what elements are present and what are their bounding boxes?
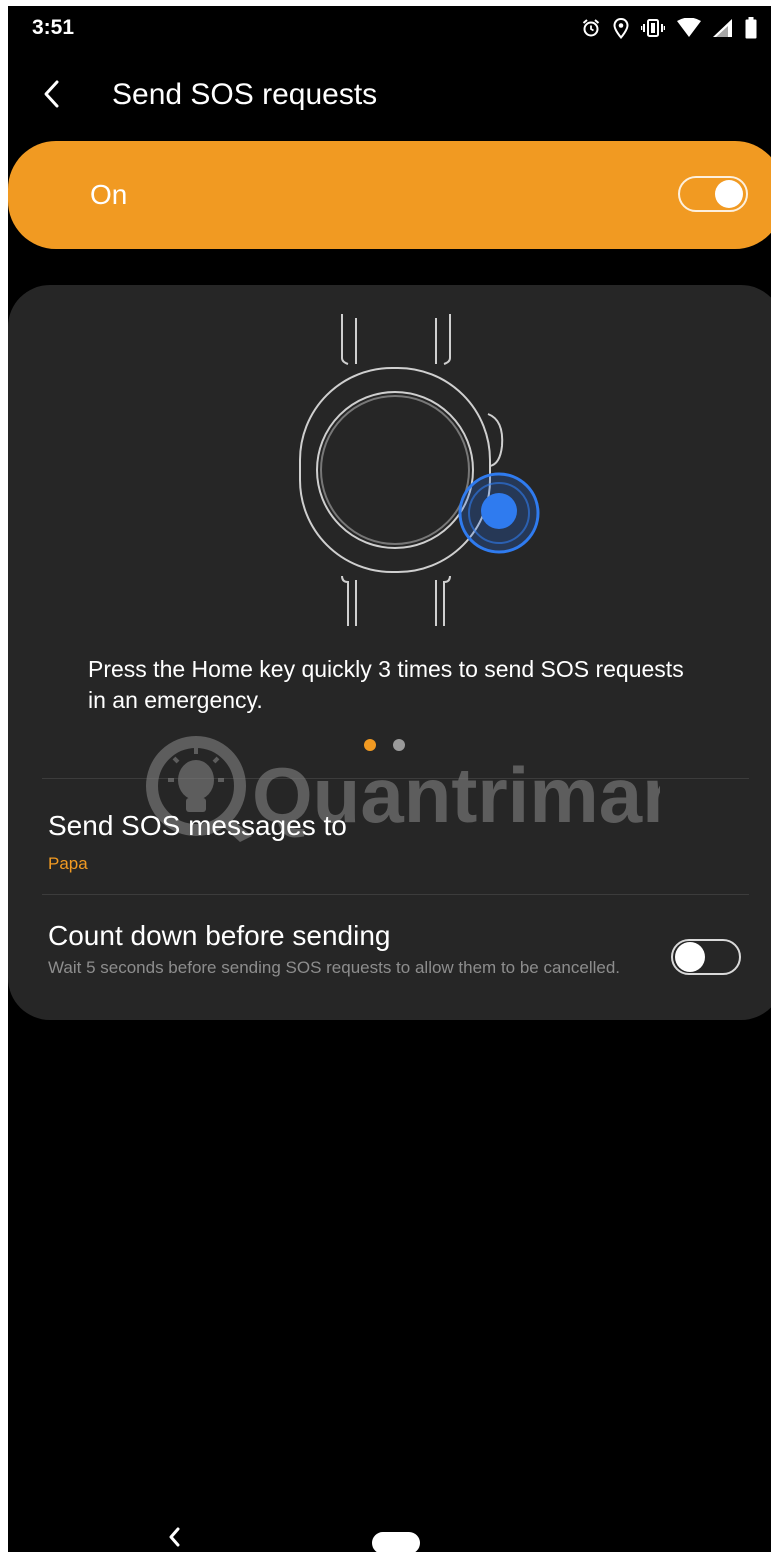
- master-switch-bar[interactable]: On: [8, 141, 771, 249]
- location-icon: [613, 17, 629, 39]
- status-time: 3:51: [32, 16, 75, 39]
- back-button[interactable]: [28, 66, 76, 122]
- wifi-icon: [677, 18, 701, 37]
- phone-screen: 3:51 Send SOS requests On Press the Home…: [8, 6, 771, 1552]
- signal-icon: [713, 19, 732, 37]
- toggle-knob: [715, 180, 743, 208]
- toggle-knob: [675, 942, 705, 972]
- watch-illustration: [299, 314, 540, 626]
- master-switch-toggle[interactable]: [678, 176, 748, 212]
- app-bar: Send SOS requests: [8, 66, 771, 126]
- countdown-description: Wait 5 seconds before sending SOS reques…: [48, 958, 621, 977]
- nav-home-button[interactable]: [372, 1532, 420, 1552]
- nav-back-button[interactable]: [158, 1519, 190, 1552]
- help-text: Press the Home key quickly 3 times to se…: [88, 656, 684, 713]
- battery-icon: [745, 17, 757, 39]
- vibrate-icon: [641, 19, 665, 37]
- status-bar: 3:51: [8, 6, 771, 50]
- chevron-left-icon: [44, 80, 59, 108]
- sos-recipient-row[interactable]: Send SOS messages to Papa: [8, 778, 771, 893]
- master-switch-label: On: [90, 179, 128, 210]
- sos-recipient-title: Send SOS messages to: [48, 810, 347, 841]
- countdown-row[interactable]: Count down before sending Wait 5 seconds…: [8, 894, 771, 1020]
- countdown-title: Count down before sending: [48, 920, 391, 951]
- page-title: Send SOS requests: [112, 78, 378, 111]
- chevron-left-icon: [169, 1527, 180, 1547]
- sos-recipient-value: Papa: [48, 854, 88, 873]
- status-icons: [581, 15, 757, 41]
- countdown-toggle[interactable]: [671, 939, 741, 975]
- alarm-icon: [582, 19, 600, 37]
